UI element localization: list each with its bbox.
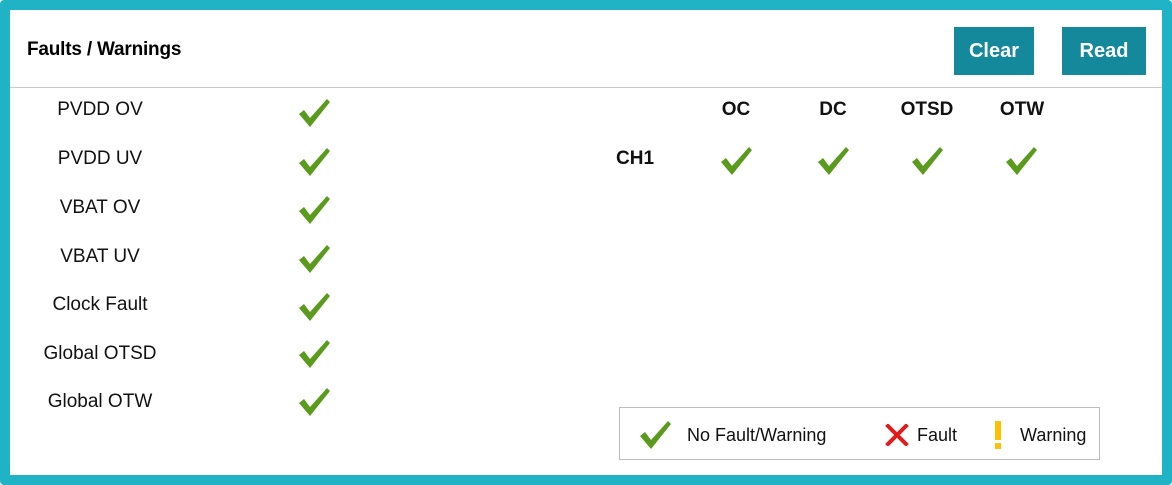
x-icon (885, 424, 909, 446)
row-header-ch1: CH1 (616, 148, 655, 169)
check-icon (299, 388, 330, 416)
panel-title: Faults / Warnings (27, 39, 182, 60)
column-header-dc: DC (819, 99, 847, 120)
status-legend: No Fault/Warning Fault Warning (619, 407, 1100, 460)
fault-label-vbat-ov: VBAT OV (59, 197, 141, 218)
column-header-otw: OTW (999, 99, 1045, 120)
legend-fault-label: Fault (917, 425, 958, 445)
check-icon (818, 147, 849, 175)
fault-label-clock-fault: Clock Fault (52, 294, 148, 315)
check-icon (299, 340, 330, 368)
check-icon (721, 147, 752, 175)
fault-label-vbat-uv: VBAT UV (60, 246, 140, 267)
check-icon (299, 196, 330, 224)
check-icon (640, 421, 671, 449)
read-button[interactable]: Read (1062, 27, 1146, 75)
column-header-otsd: OTSD (900, 99, 954, 120)
check-icon (299, 293, 330, 321)
check-icon (299, 99, 330, 127)
check-icon (299, 245, 330, 273)
fault-label-global-otw: Global OTW (47, 391, 153, 412)
exclamation-icon (995, 421, 1001, 449)
check-icon (299, 148, 330, 176)
clear-button[interactable]: Clear (954, 27, 1034, 75)
check-icon (1006, 147, 1037, 175)
column-header-oc: OC (721, 99, 751, 120)
fault-label-pvdd-uv: PVDD UV (57, 148, 143, 169)
check-icon (912, 147, 943, 175)
fault-label-global-otsd: Global OTSD (43, 343, 157, 364)
fault-label-pvdd-ov: PVDD OV (57, 99, 143, 120)
legend-no-fault-label: No Fault/Warning (687, 425, 827, 445)
legend-warning-label: Warning (1020, 425, 1087, 445)
panel-header: Faults / Warnings Clear Read (10, 10, 1162, 88)
